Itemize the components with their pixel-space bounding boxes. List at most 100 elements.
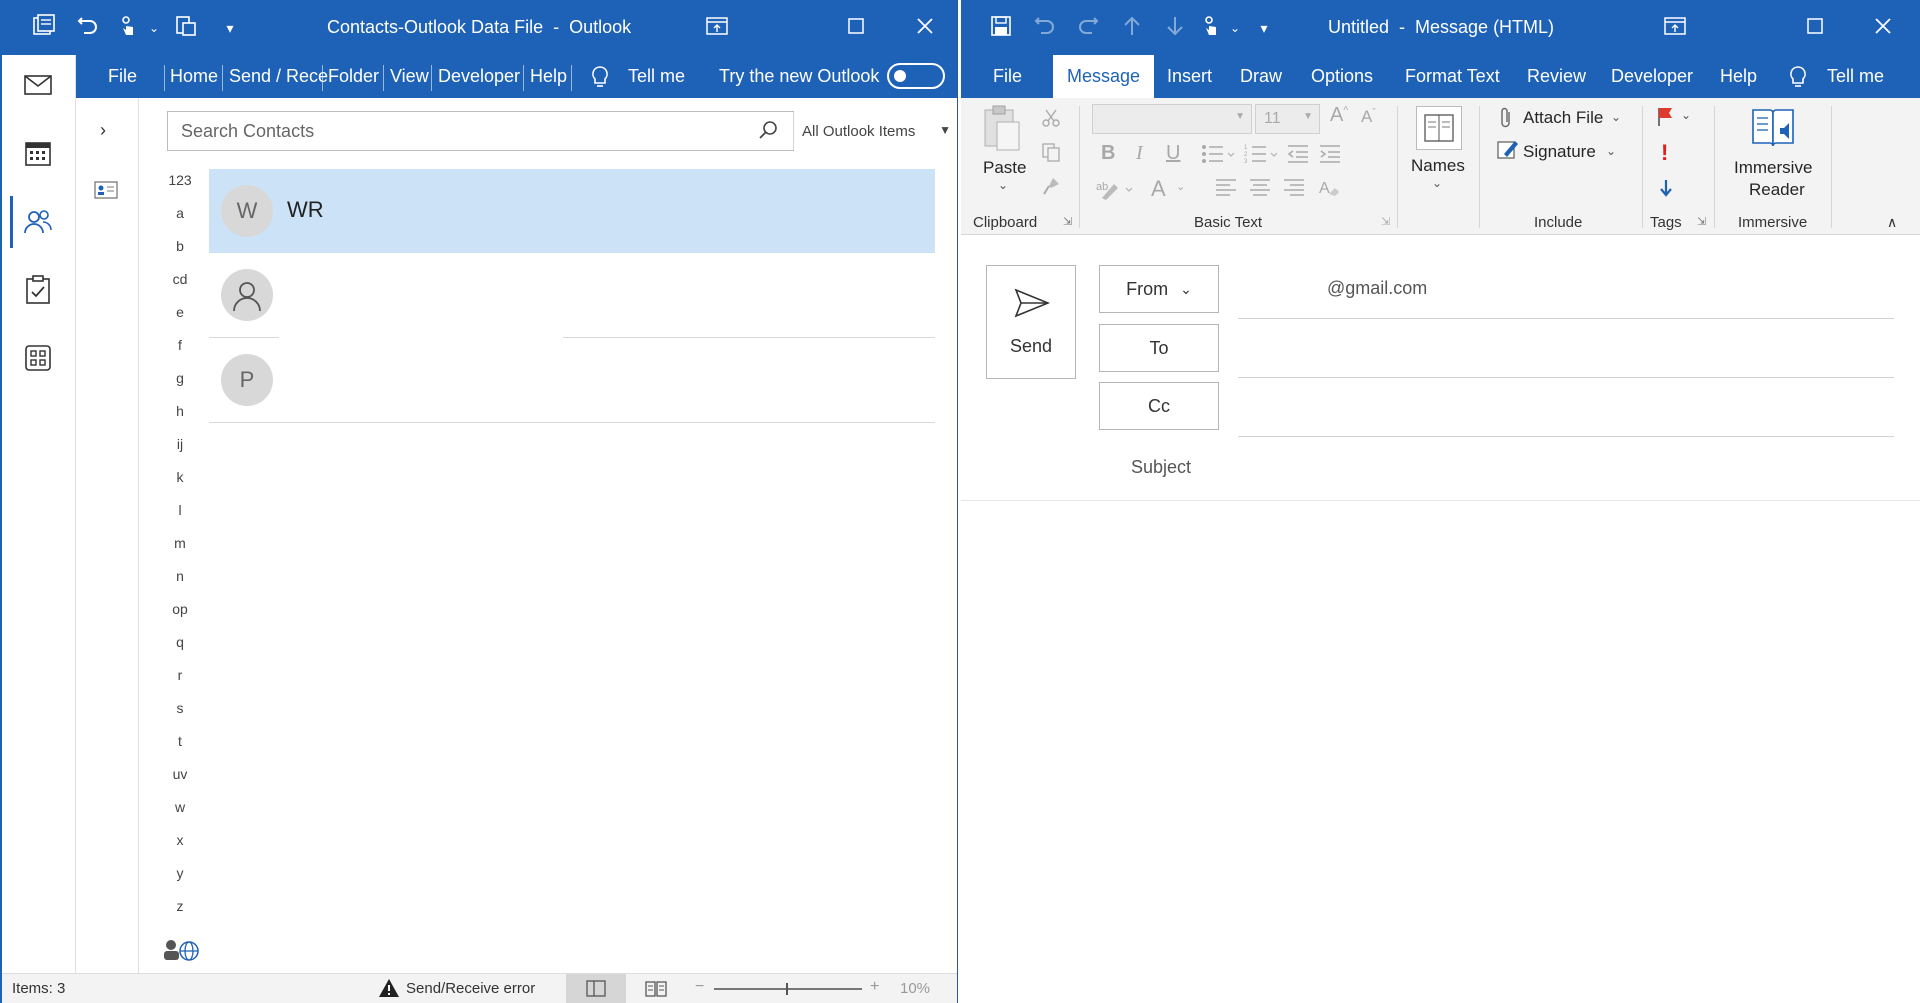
italic-icon[interactable]: I (1136, 142, 1143, 165)
font-color-dropdown-icon[interactable]: ⌄ (1176, 180, 1185, 193)
alphabet-letter[interactable]: cd (162, 271, 198, 287)
alphabet-letter[interactable]: l (162, 502, 198, 518)
alphabet-letter[interactable]: t (162, 733, 198, 749)
shrink-font-icon[interactable]: Aˇ (1361, 107, 1376, 127)
alphabet-letter[interactable]: 123 (162, 172, 198, 188)
font-color-icon[interactable]: A (1151, 176, 1166, 202)
tab-draw[interactable]: Draw (1240, 55, 1282, 98)
align-center-icon[interactable] (1249, 178, 1271, 203)
try-new-outlook-toggle[interactable] (887, 63, 945, 89)
tab-developer[interactable]: Developer (1611, 55, 1693, 98)
menu-folder[interactable]: Folder (328, 55, 379, 98)
tab-review[interactable]: Review (1527, 55, 1586, 98)
bold-icon[interactable]: B (1101, 142, 1115, 165)
signature-button[interactable]: Signature (1523, 142, 1596, 162)
contact-row[interactable] (209, 253, 935, 337)
reading-view-button[interactable] (645, 980, 667, 1002)
increase-indent-icon[interactable] (1319, 144, 1341, 169)
numbering-icon[interactable]: 123 (1244, 144, 1278, 169)
ribbon-display-options-icon[interactable] (703, 12, 731, 40)
undo-icon[interactable] (74, 12, 102, 40)
alphabet-letter[interactable]: y (162, 865, 198, 881)
maximize-icon[interactable] (1801, 12, 1829, 40)
zoom-slider-handle[interactable] (786, 983, 788, 995)
to-button[interactable]: To (1099, 324, 1219, 372)
alphabet-letter[interactable]: q (162, 634, 198, 650)
clear-formatting-icon[interactable]: A (1319, 178, 1341, 203)
align-left-icon[interactable] (1215, 178, 1237, 203)
font-name-dropdown[interactable]: ▼ (1092, 104, 1252, 134)
mail-nav-icon[interactable] (20, 67, 56, 103)
to-field[interactable] (1238, 328, 1894, 368)
normal-view-button[interactable] (566, 974, 626, 1003)
alphabet-letter[interactable]: h (162, 403, 198, 419)
highlight-icon[interactable]: ab (1096, 178, 1134, 205)
alphabet-letter[interactable]: m (162, 535, 198, 551)
alphabet-letter[interactable]: uv (162, 766, 198, 782)
previous-item-icon[interactable] (1118, 12, 1146, 40)
immersive-reader-label-1[interactable]: Immersive (1734, 158, 1812, 178)
ribbon-display-options-icon[interactable] (1661, 12, 1689, 40)
search-contacts-input[interactable] (168, 112, 793, 150)
from-button[interactable]: From ⌄ (1099, 265, 1219, 313)
collapse-ribbon-icon[interactable]: ∧ (1887, 214, 1897, 231)
alphabet-letter[interactable]: r (162, 667, 198, 683)
print-preview-icon[interactable] (172, 12, 200, 40)
menu-home[interactable]: Home (170, 55, 218, 98)
basic-text-launcher-icon[interactable]: ⇲ (1381, 215, 1390, 228)
customize-toolbar-icon[interactable]: ▾ (216, 14, 244, 42)
alphabet-letter[interactable]: op (162, 601, 198, 617)
tab-format-text[interactable]: Format Text (1405, 55, 1500, 98)
contact-row[interactable]: P (209, 338, 935, 422)
touch-mode-dropdown-icon[interactable]: ⌄ (1221, 14, 1249, 42)
align-right-icon[interactable] (1283, 178, 1305, 203)
tab-options[interactable]: Options (1311, 55, 1373, 98)
flag-dropdown-icon[interactable]: ⌄ (1681, 108, 1691, 122)
tab-message[interactable]: Message (1053, 55, 1155, 98)
menu-file[interactable]: File (108, 55, 137, 98)
search-icon[interactable] (758, 120, 778, 145)
alphabet-letter[interactable]: f (162, 337, 198, 353)
online-contacts-icon[interactable] (162, 937, 200, 968)
touch-mode-dropdown-icon[interactable]: ⌄ (140, 14, 168, 42)
tell-me-search[interactable]: Tell me (628, 55, 685, 98)
expand-folder-pane-icon[interactable]: › (100, 120, 106, 141)
attach-file-button[interactable]: Attach File (1523, 108, 1603, 128)
address-book-icon[interactable] (1416, 106, 1462, 150)
close-icon[interactable] (1869, 12, 1897, 40)
font-size-dropdown[interactable]: 11 ▼ (1255, 104, 1320, 134)
menu-send-receive[interactable]: Send / Rece (229, 55, 328, 98)
alphabet-letter[interactable]: ij (162, 436, 198, 452)
lightbulb-icon[interactable] (1788, 55, 1808, 98)
follow-up-flag-icon[interactable] (1656, 106, 1676, 133)
paste-button[interactable]: Paste (983, 158, 1026, 178)
tags-launcher-icon[interactable]: ⇲ (1697, 215, 1706, 228)
cc-button[interactable]: Cc (1099, 382, 1219, 430)
menu-view[interactable]: View (390, 55, 429, 98)
undo-icon[interactable] (1031, 12, 1059, 40)
signature-dropdown-icon[interactable]: ⌄ (1606, 144, 1616, 158)
immersive-reader-icon[interactable] (1750, 106, 1796, 155)
bullets-icon[interactable] (1201, 144, 1235, 169)
zoom-in-button[interactable]: + (870, 978, 879, 996)
immersive-reader-label-2[interactable]: Reader (1749, 180, 1805, 200)
calendar-nav-icon[interactable] (20, 135, 56, 171)
outlook-app-icon[interactable] (30, 12, 58, 40)
paste-dropdown-icon[interactable]: ⌄ (998, 178, 1008, 192)
attach-file-dropdown-icon[interactable]: ⌄ (1611, 110, 1621, 124)
next-item-icon[interactable] (1161, 12, 1189, 40)
subject-field[interactable] (1238, 447, 1894, 487)
alphabet-letter[interactable]: z (162, 898, 198, 914)
lightbulb-icon[interactable] (590, 55, 610, 98)
alphabet-letter[interactable]: s (162, 700, 198, 716)
decrease-indent-icon[interactable] (1287, 144, 1309, 169)
apps-nav-icon[interactable] (20, 340, 56, 376)
save-icon[interactable] (987, 12, 1015, 40)
menu-help[interactable]: Help (530, 55, 567, 98)
alphabet-letter[interactable]: g (162, 370, 198, 386)
cc-field[interactable] (1238, 386, 1894, 426)
tasks-nav-icon[interactable] (20, 272, 56, 308)
alphabet-letter[interactable]: b (162, 238, 198, 254)
send-button[interactable]: Send (986, 265, 1076, 379)
message-body[interactable] (961, 500, 1920, 1003)
